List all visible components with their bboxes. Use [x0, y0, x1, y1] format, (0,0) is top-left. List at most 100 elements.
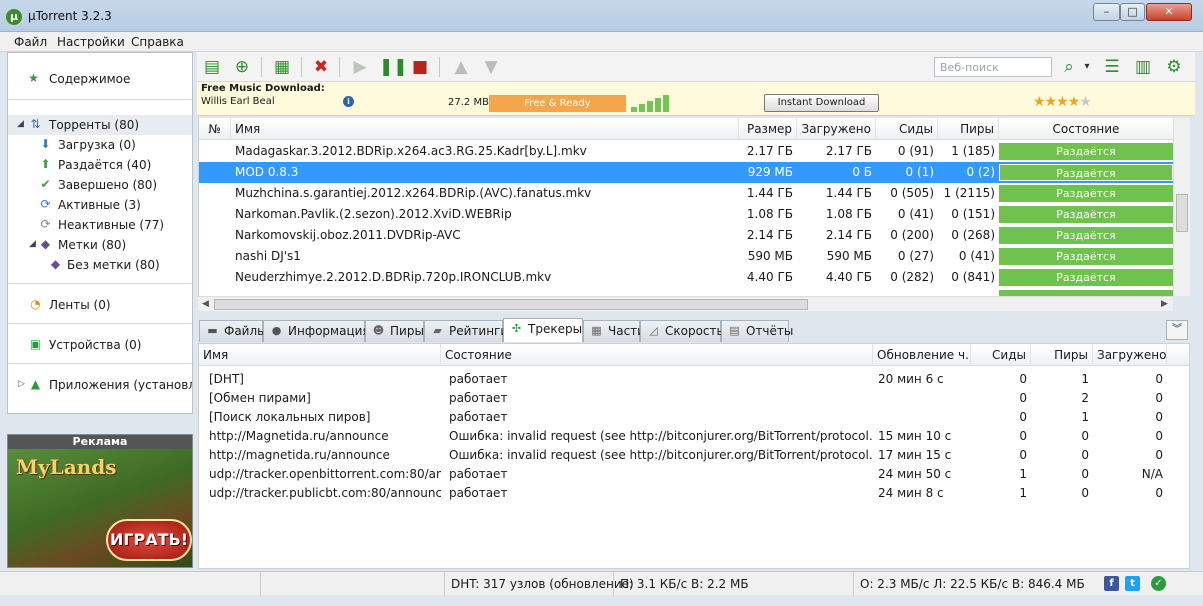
trackers-list[interactable]: Имя Состояние Обновление ч... Сиды Пиры … — [198, 343, 1190, 569]
scrollbar-thumb[interactable] — [214, 299, 808, 310]
scroll-right-icon[interactable]: ▶ — [1161, 297, 1168, 312]
add-link-icon[interactable]: ⊕ — [231, 56, 253, 78]
close-button[interactable]: ✕ — [1146, 3, 1192, 21]
status-bar: DHT: 317 узлов (обновление) П: 3.1 КБ/с … — [0, 571, 1203, 596]
tracker-seeds: 0 — [1019, 372, 1027, 386]
gear-icon[interactable]: ⚙ — [1163, 56, 1185, 78]
column-name[interactable]: Имя — [231, 118, 739, 140]
web-search-input[interactable]: Веб-поиск — [934, 57, 1052, 77]
toolbar-divider — [439, 57, 440, 77]
tab-info[interactable]: ● Информация — [263, 320, 370, 342]
tab-ratings[interactable]: ▰ Рейтинги — [424, 320, 508, 342]
table-row[interactable]: nashi DJ's1 590 МБ 590 МБ 0 (27) 0 (41) Разда… — [199, 246, 1173, 267]
column-tracker-update[interactable]: Обновление ч... — [873, 344, 971, 366]
add-torrent-icon[interactable]: ▤ — [201, 56, 223, 78]
tracker-downloaded: 0 — [1155, 410, 1163, 424]
minimize-button[interactable]: – — [1093, 3, 1120, 21]
table-row[interactable]: udp://tracker.publicbt.com:80/announce ра… — [199, 484, 1189, 503]
remove-icon[interactable]: ✖ — [310, 56, 332, 78]
tab-pieces[interactable]: ▦ Части — [583, 320, 645, 342]
column-size[interactable]: Размер — [739, 118, 797, 140]
sidebar-item-feeds[interactable]: ◔ Ленты (0) — [8, 295, 192, 315]
instant-download-button[interactable]: Instant Download — [764, 94, 879, 112]
table-row[interactable]: [Поиск локальных пиров] работает 0 1 0 — [199, 408, 1189, 427]
table-row[interactable]: Neuderzhimye.2.2012.D.BDRip.720p.IRONCLU… — [199, 267, 1173, 288]
column-tracker-downloaded[interactable]: Загружено — [1093, 344, 1167, 366]
status-ok-icon[interactable]: ✓ — [1151, 576, 1166, 591]
advertisement-panel[interactable]: Реклама MyLands ИГРАТЬ! — [7, 434, 193, 568]
sidebar-item-content[interactable]: ★ Содержимое — [8, 69, 192, 89]
column-number[interactable]: № — [199, 118, 231, 140]
table-row[interactable]: [Обмен пирами] работает 0 2 0 — [199, 389, 1189, 408]
table-row[interactable] — [199, 288, 1173, 296]
apps-icon: ▲ — [30, 377, 41, 391]
table-row[interactable]: Narkoman.Pavlik.(2.sezon).2012.XviD.WEBR… — [199, 204, 1173, 225]
sidebar-item-downloading[interactable]: ⬇ Загрузка (0) — [8, 135, 192, 155]
sidebar-item-labels[interactable]: ◢ ◆ Метки (80) — [8, 235, 192, 255]
menu-settings[interactable]: Настройки — [57, 35, 125, 49]
tab-peers[interactable]: ☻ Пиры — [365, 320, 424, 342]
column-tracker-name[interactable]: Имя — [199, 344, 441, 366]
star-icon: ★ — [28, 71, 39, 85]
sidebar-item-apps[interactable]: ▷ ▲ Приложения (установлено: 0) — [8, 375, 192, 395]
twitter-icon[interactable]: t — [1125, 576, 1140, 591]
sidebar-item-inactive[interactable]: ⟳ Неактивные (77) — [8, 215, 192, 235]
maximize-button[interactable]: □ — [1120, 3, 1145, 21]
sidebar-item-active[interactable]: ⟳ Активные (3) — [8, 195, 192, 215]
table-row[interactable]: http://Magnetida.ru/announce Ошибка: inva… — [199, 427, 1189, 446]
column-seeds[interactable]: Сиды — [876, 118, 938, 140]
search-dropdown-icon[interactable]: ▾ — [1081, 56, 1093, 78]
table-row[interactable]: udp://tracker.openbittorrent.com:80/ann.… — [199, 465, 1189, 484]
sidebar-item-torrents[interactable]: ◢ ⇅ Торренты (80) — [8, 115, 192, 135]
table-row[interactable]: MOD 0.8.3 929 МБ 0 Б 0 (1) 0 (2) Раздаётся — [199, 162, 1173, 183]
start-icon[interactable]: ▶ — [349, 56, 371, 78]
sidebar-item-seeding[interactable]: ⬆ Раздаётся (40) — [8, 155, 192, 175]
torrent-list-vertical-scrollbar[interactable] — [1173, 118, 1190, 296]
stop-icon[interactable]: ■ — [409, 56, 431, 78]
toolbar-divider — [339, 57, 340, 77]
column-status[interactable]: Состояние — [999, 118, 1173, 140]
sidebar-item-no-label[interactable]: ◆ Без метки (80) — [8, 255, 192, 275]
create-torrent-icon[interactable]: ▦ — [271, 56, 293, 78]
promo-artist[interactable]: Willis Earl Beal — [201, 96, 275, 107]
tab-speed[interactable]: ◿ Скорость — [640, 320, 724, 342]
table-row[interactable]: Madagaskar.3.2012.BDRip.x264.ac3.RG.25.K… — [199, 141, 1173, 162]
table-row[interactable]: [DHT] работает 20 мин 6 с 0 1 0 — [199, 370, 1189, 389]
status-badge: Раздаётся — [999, 164, 1173, 181]
move-down-icon[interactable]: ▼ — [480, 56, 502, 78]
tab-files[interactable]: ▬ Файлы — [199, 320, 267, 342]
tracker-name: [DHT] — [209, 372, 244, 386]
list-view-icon[interactable]: ☰ — [1101, 56, 1123, 78]
table-row[interactable]: Muzhchina.s.garantiej.2012.x264.BDRip.(A… — [199, 183, 1173, 204]
tab-trackers[interactable]: ✣ Трекеры — [503, 318, 583, 342]
ad-banner-image[interactable]: MyLands ИГРАТЬ! — [8, 449, 192, 567]
collapse-panel-icon[interactable]: ︾ — [1166, 320, 1188, 340]
torrent-list[interactable]: № Имя Размер Загружено Сиды Пиры Состоян… — [198, 118, 1173, 296]
column-peers[interactable]: Пиры — [938, 118, 999, 140]
move-up-icon[interactable]: ▲ — [450, 56, 472, 78]
tab-logger[interactable]: ▤ Отчёты — [721, 320, 793, 342]
table-row[interactable]: http://magnetida.ru/announce Ошибка: inva… — [199, 446, 1189, 465]
rating-stars[interactable]: ★★★★★ — [1033, 94, 1092, 110]
sidebar-item-devices[interactable]: ▣ Устройства (0) — [8, 335, 192, 355]
facebook-icon[interactable]: f — [1104, 576, 1119, 591]
torrent-list-horizontal-scrollbar[interactable]: ◀ ▶ — [198, 296, 1173, 311]
menu-help[interactable]: Справка — [131, 35, 184, 49]
table-row[interactable]: Narkomovskij.oboz.2011.DVDRip-AVC 2.14 ГБ… — [199, 225, 1173, 246]
column-downloaded[interactable]: Загружено — [797, 118, 876, 140]
ad-play-button[interactable]: ИГРАТЬ! — [106, 519, 192, 561]
sidebar-item-completed[interactable]: ✔ Завершено (80) — [8, 175, 192, 195]
remote-icon[interactable]: ▥ — [1132, 56, 1154, 78]
torrent-name: Madagaskar.3.2012.BDRip.x264.ac3.RG.25.K… — [235, 144, 587, 158]
scroll-left-icon[interactable]: ◀ — [202, 297, 209, 312]
info-icon[interactable]: i — [343, 96, 354, 107]
column-tracker-seeds[interactable]: Сиды — [971, 344, 1031, 366]
search-icon[interactable]: ⌕ — [1058, 56, 1080, 78]
menu-file[interactable]: Файл — [14, 35, 47, 49]
toolbar-divider — [301, 57, 302, 77]
column-tracker-peers[interactable]: Пиры — [1031, 344, 1093, 366]
column-tracker-status[interactable]: Состояние — [441, 344, 873, 366]
pause-icon[interactable]: ❚❚ — [379, 56, 408, 78]
scrollbar-thumb[interactable] — [1176, 194, 1188, 232]
tracker-status: работает — [449, 486, 508, 500]
